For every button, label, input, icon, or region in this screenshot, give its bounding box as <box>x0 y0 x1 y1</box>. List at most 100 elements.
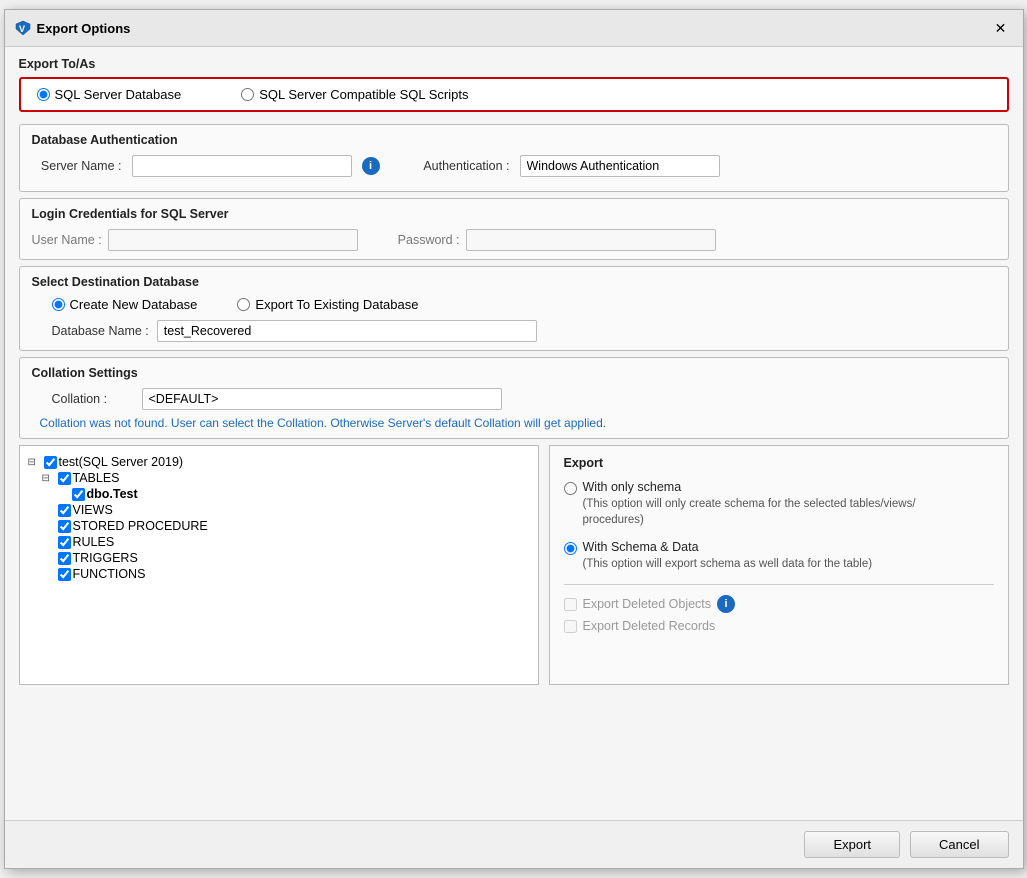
dest-db-section: Select Destination Database Create New D… <box>19 266 1009 351</box>
database-auth-title: Database Authentication <box>32 133 996 147</box>
root-label: test(SQL Server 2019) <box>59 455 184 469</box>
export-existing-db-option[interactable]: Export To Existing Database <box>237 297 418 312</box>
password-input[interactable] <box>466 229 716 251</box>
auth-label: Authentication : <box>410 159 510 173</box>
collation-section: Collation Settings Collation : <DEFAULT>… <box>19 357 1009 439</box>
schema-data-text: With Schema & Data (This option will exp… <box>583 540 873 572</box>
title-bar-left: V Export Options <box>15 20 131 36</box>
export-existing-db-radio[interactable] <box>237 298 250 311</box>
export-deleted-objects-label: Export Deleted Objects <box>583 597 712 611</box>
tree-dbo-test[interactable]: dbo.Test <box>56 486 530 502</box>
tree-tables[interactable]: ⊟ TABLES <box>42 470 530 486</box>
create-new-db-radio[interactable] <box>52 298 65 311</box>
server-name-wrapper <box>132 155 352 177</box>
schema-data-main: With Schema & Data <box>583 540 873 554</box>
login-credentials-title: Login Credentials for SQL Server <box>32 207 996 221</box>
schema-only-option: With only schema (This option will only … <box>564 480 994 528</box>
schema-only-sub: (This option will only create schema for… <box>583 496 923 528</box>
title-bar: V Export Options ✕ <box>5 10 1023 47</box>
export-panel: Export With only schema (This option wil… <box>549 445 1009 685</box>
export-deleted-records-checkbox[interactable] <box>564 620 577 633</box>
tree-panel: ⊟ test(SQL Server 2019) ⊟ TABLES d <box>19 445 539 685</box>
sql-scripts-label: SQL Server Compatible SQL Scripts <box>259 87 468 102</box>
cancel-button[interactable]: Cancel <box>910 831 1008 858</box>
stored-proc-label: STORED PROCEDURE <box>73 519 208 533</box>
tree-tables-items: dbo.Test <box>42 486 530 502</box>
sql-scripts-radio[interactable] <box>241 88 254 101</box>
sql-server-database-radio[interactable] <box>37 88 50 101</box>
dest-db-title: Select Destination Database <box>32 275 996 289</box>
export-panel-title: Export <box>564 456 994 470</box>
auth-select[interactable]: Windows Authentication SQL Server Authen… <box>520 155 720 177</box>
sql-server-database-label: SQL Server Database <box>55 87 182 102</box>
dbo-test-checkbox[interactable] <box>72 488 85 501</box>
schema-data-option: With Schema & Data (This option will exp… <box>564 540 994 572</box>
schema-data-label[interactable]: With Schema & Data (This option will exp… <box>564 540 873 572</box>
export-deleted-records-option: Export Deleted Records <box>564 619 994 633</box>
stored-proc-checkbox[interactable] <box>58 520 71 533</box>
username-label: User Name : <box>32 233 102 247</box>
login-credentials-section: Login Credentials for SQL Server User Na… <box>19 198 1009 260</box>
dialog-title: Export Options <box>37 21 131 36</box>
password-field: Password : <box>398 229 716 251</box>
tree-stored-procedure[interactable]: STORED PROCEDURE <box>42 518 530 534</box>
server-name-select[interactable] <box>132 155 352 177</box>
views-checkbox[interactable] <box>58 504 71 517</box>
rules-checkbox[interactable] <box>58 536 71 549</box>
triggers-checkbox[interactable] <box>58 552 71 565</box>
password-label: Password : <box>398 233 460 247</box>
functions-label: FUNCTIONS <box>73 567 146 581</box>
db-name-label: Database Name : <box>52 324 149 338</box>
collation-label: Collation : <box>52 392 132 406</box>
functions-checkbox[interactable] <box>58 568 71 581</box>
bottom-section: ⊟ test(SQL Server 2019) ⊟ TABLES d <box>19 445 1009 685</box>
server-name-info-icon[interactable]: i <box>362 157 380 175</box>
username-input[interactable] <box>108 229 358 251</box>
schema-only-text: With only schema (This option will only … <box>583 480 923 528</box>
triggers-label: TRIGGERS <box>73 551 138 565</box>
schema-only-radio[interactable] <box>564 482 577 495</box>
create-new-db-option[interactable]: Create New Database <box>52 297 198 312</box>
export-existing-db-label: Export To Existing Database <box>255 297 418 312</box>
schema-only-label[interactable]: With only schema (This option will only … <box>564 480 923 528</box>
username-field: User Name : <box>32 229 358 251</box>
server-name-label: Server Name : <box>32 159 122 173</box>
db-name-row: Database Name : <box>32 320 996 342</box>
export-button[interactable]: Export <box>804 831 900 858</box>
schema-only-main: With only schema <box>583 480 923 494</box>
schema-data-sub: (This option will export schema as well … <box>583 556 873 572</box>
tables-label: TABLES <box>73 471 120 485</box>
tables-expand-icon: ⊟ <box>42 473 56 484</box>
root-checkbox[interactable] <box>44 456 57 469</box>
server-name-row: Server Name : i Authentication : Windows… <box>32 155 996 177</box>
export-to-box: SQL Server Database SQL Server Compatibl… <box>19 77 1009 112</box>
close-button[interactable]: ✕ <box>989 16 1013 40</box>
tree-rules[interactable]: RULES <box>42 534 530 550</box>
dialog-footer: Export Cancel <box>5 820 1023 868</box>
database-auth-section: Database Authentication Server Name : i … <box>19 124 1009 192</box>
dest-db-radios: Create New Database Export To Existing D… <box>32 297 996 312</box>
export-to-label: Export To/As <box>19 57 1009 71</box>
tree-root[interactable]: ⊟ test(SQL Server 2019) <box>28 454 530 470</box>
deleted-objects-info-icon[interactable]: i <box>717 595 735 613</box>
create-new-db-label: Create New Database <box>70 297 198 312</box>
tree-tables-group: ⊟ TABLES dbo.Test VIEWS <box>28 470 530 582</box>
schema-data-radio[interactable] <box>564 542 577 555</box>
sql-scripts-option[interactable]: SQL Server Compatible SQL Scripts <box>241 87 468 102</box>
root-expand-icon: ⊟ <box>28 457 42 468</box>
db-name-input[interactable] <box>157 320 537 342</box>
dialog-body: Export To/As SQL Server Database SQL Ser… <box>5 47 1023 820</box>
export-deleted-section: Export Deleted Objects i Export Deleted … <box>564 584 994 633</box>
views-label: VIEWS <box>73 503 113 517</box>
tree-views[interactable]: VIEWS <box>42 502 530 518</box>
tree-functions[interactable]: FUNCTIONS <box>42 566 530 582</box>
export-to-section: Export To/As SQL Server Database SQL Ser… <box>19 57 1009 112</box>
collation-select[interactable]: <DEFAULT> <box>142 388 502 410</box>
sql-server-database-option[interactable]: SQL Server Database <box>37 87 182 102</box>
svg-text:V: V <box>19 24 25 34</box>
export-deleted-objects-checkbox[interactable] <box>564 598 577 611</box>
app-icon: V <box>15 20 31 36</box>
tables-checkbox[interactable] <box>58 472 71 485</box>
tree-triggers[interactable]: TRIGGERS <box>42 550 530 566</box>
collation-warning: Collation was not found. User can select… <box>32 416 996 430</box>
